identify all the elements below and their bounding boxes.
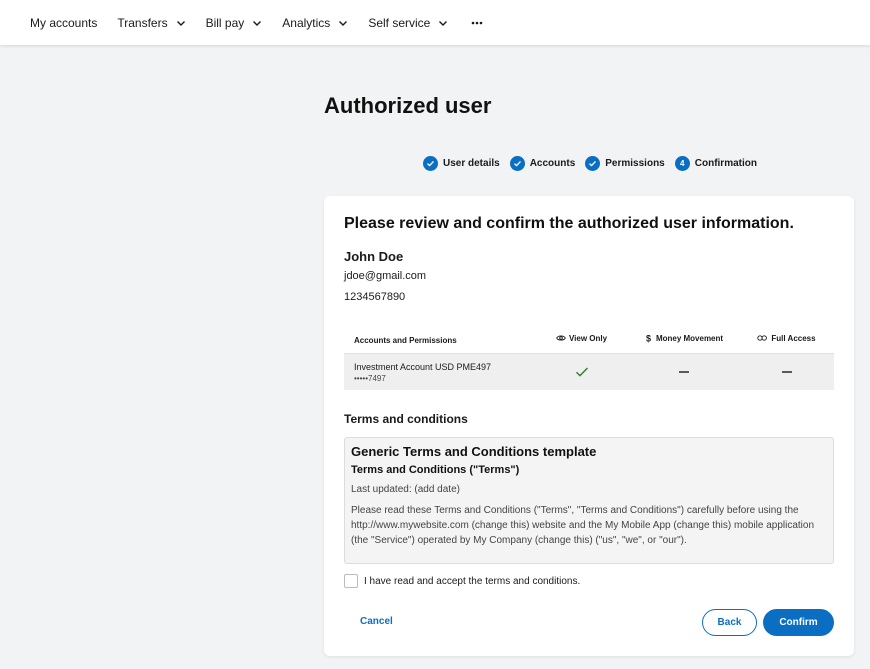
- eye-icon: [556, 335, 566, 341]
- accept-terms-label[interactable]: I have read and accept the terms and con…: [364, 576, 580, 587]
- accept-terms-row[interactable]: I have read and accept the terms and con…: [344, 574, 580, 588]
- nav-item-label: Self service: [368, 15, 431, 30]
- step-accounts: Accounts: [509, 155, 576, 171]
- terms-scroll-box[interactable]: Generic Terms and Conditions template Te…: [344, 437, 834, 564]
- cancel-button[interactable]: Cancel: [360, 616, 393, 627]
- money-movement-cell: [629, 370, 739, 374]
- check-icon: [509, 155, 525, 171]
- step-confirmation: 4 Confirmation: [674, 155, 757, 171]
- nav-item-bill-pay[interactable]: Bill pay: [206, 0, 263, 45]
- more-horizontal-icon: [472, 21, 483, 24]
- terms-heading: Generic Terms and Conditions template: [351, 444, 597, 459]
- header-label: View Only: [568, 333, 608, 343]
- user-phone: 1234567890: [344, 291, 406, 303]
- terms-last-updated: Last updated: (add date): [351, 484, 460, 495]
- nav-item-my-accounts[interactable]: My accounts: [30, 0, 97, 45]
- progress-stepper: User details Accounts Permissions 4 Conf…: [423, 155, 767, 171]
- step-label: Permissions: [605, 157, 665, 169]
- step-label: User details: [443, 157, 500, 169]
- step-label: Confirmation: [694, 157, 757, 169]
- header-view-only: View Only: [534, 334, 629, 343]
- header-money-movement: $ Money Movement: [629, 333, 739, 344]
- chevron-down-icon: [176, 20, 185, 26]
- step-number: 4: [674, 155, 690, 171]
- header-label: Full Access: [771, 333, 816, 343]
- header-accounts-permissions: Accounts and Permissions: [354, 335, 457, 345]
- full-access-cell: [739, 370, 834, 374]
- card-heading: Please review and confirm the authorized…: [344, 215, 794, 232]
- user-name: John Doe: [344, 249, 404, 264]
- dash-icon: [781, 371, 792, 373]
- nav-item-label: Transfers: [117, 15, 168, 30]
- nav-more-button[interactable]: [468, 0, 484, 45]
- accept-terms-checkbox[interactable]: [344, 574, 358, 588]
- nav-item-label: My accounts: [30, 15, 98, 30]
- nav-item-label: Analytics: [282, 15, 331, 30]
- nav-item-transfers[interactable]: Transfers: [117, 0, 185, 45]
- terms-body: Please read these Terms and Conditions (…: [351, 505, 815, 546]
- confirm-button[interactable]: Confirm: [763, 609, 834, 636]
- dash-icon: [679, 371, 689, 373]
- nav-item-label: Bill pay: [205, 15, 245, 30]
- confirmation-card: Please review and confirm the authorized…: [324, 196, 854, 656]
- permissions-table: Accounts and Permissions View Only $ Mon…: [344, 323, 834, 390]
- nav-item-analytics[interactable]: Analytics: [282, 0, 348, 45]
- chevron-down-icon: [253, 20, 262, 26]
- nav-item-self-service[interactable]: Self service: [368, 0, 448, 45]
- terms-subheading: Terms and Conditions ("Terms"): [351, 464, 520, 476]
- user-email: jdoe@gmail.com: [344, 270, 427, 282]
- check-icon: [585, 155, 601, 171]
- account-number: •••••7497: [354, 373, 386, 383]
- step-user-details: User details: [423, 155, 500, 171]
- page-title: Authorized user: [324, 93, 492, 118]
- account-name: Investment Account USD PME497: [354, 361, 492, 372]
- header-label: Money Movement: [655, 333, 724, 343]
- terms-section-title: Terms and conditions: [344, 412, 468, 426]
- check-icon: [575, 367, 588, 377]
- svg-text:$: $: [646, 334, 651, 344]
- account-cell: Investment Account USD PME497 •••••7497: [344, 362, 534, 383]
- view-only-cell: [534, 366, 629, 378]
- top-navigation: My accounts Transfers Bill pay Analytics…: [0, 0, 870, 45]
- table-row: Investment Account USD PME497 •••••7497: [344, 353, 834, 390]
- back-button[interactable]: Back: [702, 609, 757, 636]
- header-full-access: Full Access: [739, 334, 834, 343]
- key-icon: [757, 335, 768, 341]
- chevron-down-icon: [339, 20, 348, 26]
- step-permissions: Permissions: [585, 155, 665, 171]
- dollar-icon: $: [646, 334, 651, 344]
- chevron-down-icon: [439, 20, 448, 26]
- table-header: Accounts and Permissions View Only $ Mon…: [344, 323, 834, 353]
- step-label: Accounts: [529, 157, 576, 169]
- check-icon: [423, 155, 438, 171]
